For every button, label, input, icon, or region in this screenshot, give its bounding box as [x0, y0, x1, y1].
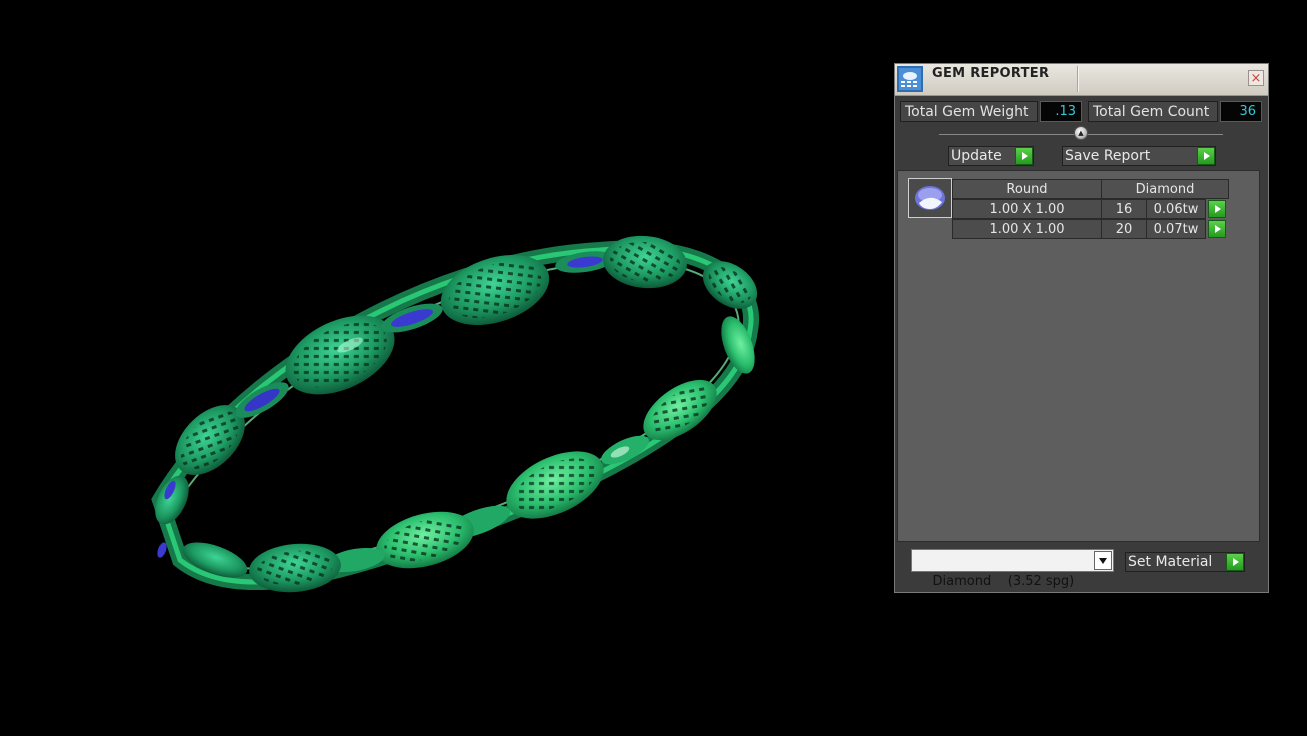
set-material-label: Set Material [1128, 554, 1213, 570]
update-button[interactable]: Update [948, 146, 1034, 166]
close-icon[interactable]: × [1248, 70, 1264, 86]
green-play-arrow-icon[interactable] [1015, 147, 1033, 165]
gem-count-cell: 16 [1101, 199, 1147, 219]
gem-size-cell: 1.00 X 1.00 [952, 199, 1102, 219]
gem-size-cell: 1.00 X 1.00 [952, 219, 1102, 239]
green-play-arrow-icon[interactable] [1208, 220, 1226, 238]
material-select[interactable]: Diamond (3.52 spg) [911, 549, 1114, 589]
gem-weight-cell: 0.06tw [1146, 199, 1206, 219]
total-gem-weight-label: Total Gem Weight [900, 101, 1038, 122]
set-material-button[interactable]: Set Material [1125, 552, 1245, 572]
gem-list-area[interactable]: Round Diamond 1.00 X 1.00 16 0.06tw 1.00… [897, 170, 1260, 542]
green-play-arrow-icon[interactable] [1197, 147, 1215, 165]
3d-viewport[interactable] [0, 0, 880, 736]
round-gem-icon[interactable] [908, 178, 952, 218]
green-play-arrow-icon[interactable] [1226, 553, 1244, 571]
panel-titlebar[interactable]: GEM REPORTER × [895, 64, 1268, 96]
chevron-down-icon[interactable] [1094, 551, 1112, 570]
update-label: Update [951, 148, 1002, 164]
gem-shape-header: Round [952, 179, 1102, 199]
gem-material-header: Diamond [1101, 179, 1229, 199]
material-select-value: Diamond (3.52 spg) [932, 574, 1075, 589]
leaf-elements [155, 235, 758, 593]
save-report-label: Save Report [1065, 148, 1151, 164]
slider-knob[interactable]: ▲ [1074, 126, 1088, 140]
total-gem-count-value: 36 [1220, 101, 1262, 122]
gem-reporter-panel: GEM REPORTER × Total Gem Weight .13 Tota… [894, 63, 1269, 593]
green-play-arrow-icon[interactable] [1208, 200, 1226, 218]
gem-reporter-app-icon [897, 66, 923, 92]
gem-weight-cell: 0.07tw [1146, 219, 1206, 239]
total-gem-count-label: Total Gem Count [1088, 101, 1218, 122]
gem-count-cell: 20 [1101, 219, 1147, 239]
bangle-model [151, 235, 760, 593]
save-report-button[interactable]: Save Report [1062, 146, 1216, 166]
title-divider [1077, 66, 1079, 92]
total-gem-weight-value: .13 [1040, 101, 1082, 122]
panel-title: GEM REPORTER [932, 66, 1050, 81]
